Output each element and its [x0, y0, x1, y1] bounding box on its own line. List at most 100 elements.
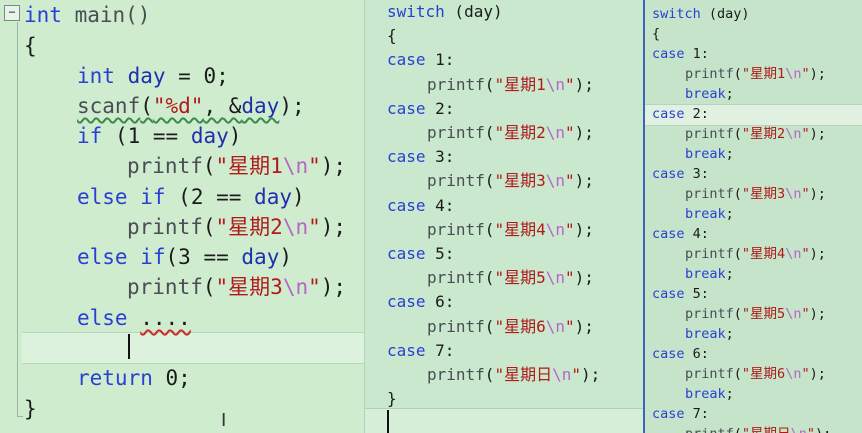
punctuation: ;: [216, 64, 229, 88]
code-line[interactable]: break;: [685, 204, 862, 224]
code-token: );: [809, 306, 826, 322]
string-literal: ": [801, 246, 810, 262]
current-line-highlight: [365, 408, 644, 433]
code-line[interactable]: case 4:: [652, 224, 862, 244]
string-literal: ": [564, 316, 575, 336]
code-line[interactable]: printf("星期1\n");: [427, 73, 644, 97]
code-line[interactable]: case 1:: [387, 48, 644, 72]
code-token: }: [387, 389, 397, 409]
code-line[interactable]: }: [387, 387, 644, 411]
code-token: ;: [725, 386, 734, 402]
code-line[interactable]: printf("星期5\n");: [685, 304, 862, 324]
code-line[interactable]: else ....: [77, 303, 364, 333]
code-token: (: [733, 246, 742, 262]
code-line[interactable]: case 4:: [387, 194, 644, 218]
code-line-empty[interactable]: [77, 333, 364, 363]
punctuation: (: [202, 215, 216, 239]
code-line[interactable]: if (1 == day): [77, 121, 364, 151]
code-line[interactable]: {: [24, 31, 364, 61]
code-token: 1:: [425, 50, 455, 70]
variable: day: [254, 185, 292, 209]
punctuation: ): [228, 124, 242, 148]
function-name: scanf: [77, 94, 141, 118]
code-line[interactable]: int main(): [24, 0, 364, 30]
code-line[interactable]: case 1:: [652, 44, 862, 64]
function-name: printf: [685, 186, 734, 202]
number: 1: [127, 124, 141, 148]
code-line[interactable]: printf("星期2\n");: [427, 121, 644, 145]
punctuation: (: [202, 154, 216, 178]
string-literal: ": [308, 154, 321, 178]
collapse-toggle-icon[interactable]: −: [4, 5, 20, 21]
code-line[interactable]: break;: [685, 84, 862, 104]
code-line[interactable]: return 0;: [77, 363, 364, 393]
code-token: 6:: [425, 292, 455, 312]
string-literal: "星期1: [494, 74, 546, 94]
code-line[interactable]: printf("星期3\n");: [127, 272, 364, 302]
function-name: printf: [427, 316, 485, 336]
code-token: 4:: [684, 226, 709, 242]
punctuation: );: [320, 215, 347, 239]
code-editor-right[interactable]: switch (day){case 1: printf("星期1\n"); brea…: [643, 0, 862, 433]
code-line[interactable]: int day = 0;: [77, 61, 364, 91]
code-line[interactable]: printf("星期2\n");: [685, 124, 862, 144]
code-line[interactable]: case 5:: [652, 284, 862, 304]
code-line[interactable]: case 5:: [387, 242, 644, 266]
code-token: (: [484, 123, 495, 142]
string-literal: "星期2: [494, 123, 546, 142]
keyword: break: [685, 386, 726, 402]
code-token: );: [809, 246, 826, 262]
code-line[interactable]: printf("星期1\n");: [127, 151, 364, 181]
keyword: case: [387, 50, 426, 70]
code-line[interactable]: printf("星期5\n");: [427, 266, 644, 290]
code-line[interactable]: printf("星期2\n");: [127, 212, 364, 242]
code-line[interactable]: {: [652, 24, 862, 44]
function-name: printf: [127, 275, 203, 299]
text-caret: [387, 410, 389, 433]
code-line[interactable]: break;: [685, 264, 862, 284]
code-token: );: [580, 365, 601, 384]
code-line[interactable]: switch (day): [387, 0, 644, 24]
code-token: 3:: [425, 147, 455, 167]
outline-guide: [17, 22, 18, 417]
code-editor-left[interactable]: − int main() { int day = 0; scanf("%d", …: [0, 0, 364, 433]
code-line[interactable]: case 6:: [652, 344, 862, 364]
function-name: printf: [427, 219, 485, 239]
code-line[interactable]: case 3:: [652, 164, 862, 184]
code-line[interactable]: case 2:: [387, 97, 644, 121]
code-line[interactable]: printf("星期3\n");: [427, 169, 644, 193]
code-line[interactable]: break;: [685, 384, 862, 404]
code-line[interactable]: case 7:: [652, 404, 862, 424]
code-line[interactable]: switch (day): [652, 4, 862, 24]
code-line[interactable]: printf("星期日\n");: [685, 424, 862, 433]
string-literal: ": [564, 219, 575, 239]
code-line[interactable]: else if (2 == day): [77, 182, 364, 212]
code-line[interactable]: else if(3 == day): [77, 242, 364, 272]
code-line[interactable]: case 2:: [652, 104, 862, 124]
code-line[interactable]: case 6:: [387, 290, 644, 314]
escape-sequence: \n: [282, 275, 309, 299]
code-line[interactable]: {: [387, 24, 644, 48]
code-line[interactable]: scanf("%d", &day);: [77, 91, 364, 121]
code-line[interactable]: break;: [685, 144, 862, 164]
variable: day: [241, 245, 280, 269]
code-line[interactable]: }: [24, 394, 364, 424]
code-line[interactable]: printf("星期6\n");: [427, 315, 644, 339]
code-line[interactable]: printf("星期4\n");: [427, 218, 644, 242]
code-line[interactable]: case 3:: [387, 145, 644, 169]
code-token: (: [733, 306, 742, 322]
brace: }: [24, 397, 37, 421]
code-line[interactable]: break;: [685, 324, 862, 344]
code-line[interactable]: printf("星期6\n");: [685, 364, 862, 384]
code-line[interactable]: printf("星期3\n");: [685, 184, 862, 204]
code-token: 6:: [684, 346, 709, 362]
code-line[interactable]: printf("星期4\n");: [685, 244, 862, 264]
function-name: main(): [61, 3, 151, 27]
code-line[interactable]: case 7:: [387, 339, 644, 363]
code-line[interactable]: printf("星期1\n");: [685, 64, 862, 84]
code-line[interactable]: printf("星期日\n");: [427, 363, 644, 387]
keyword: case: [387, 195, 426, 215]
string-literal: "星期5: [494, 268, 546, 288]
number: 0: [165, 366, 179, 390]
code-editor-middle[interactable]: switch (day){case 1: printf("星期1\n"); case…: [364, 0, 644, 433]
